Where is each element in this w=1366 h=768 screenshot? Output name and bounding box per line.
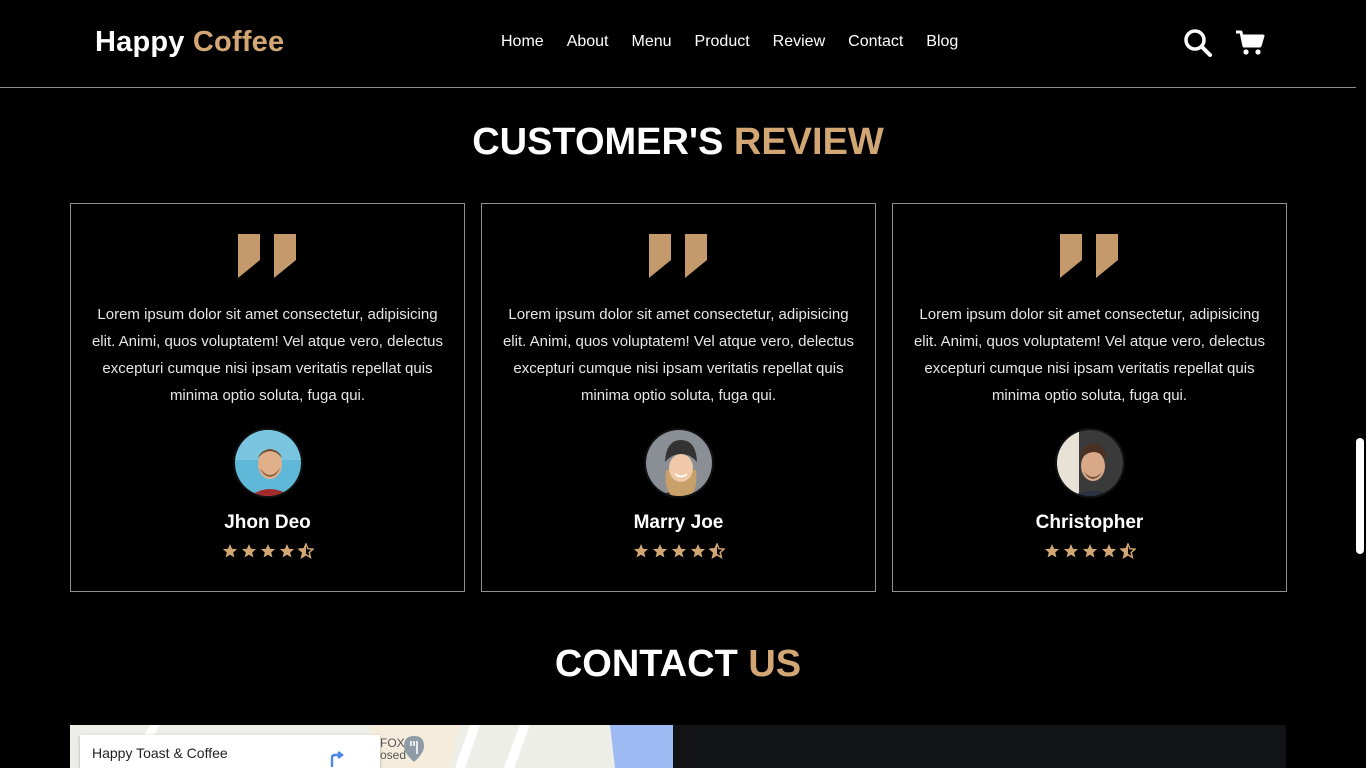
reviewer-name: Christopher: [1035, 512, 1144, 533]
star-icon: [1044, 543, 1060, 564]
review-card: Lorem ipsum dolor sit amet consectetur, …: [70, 203, 465, 592]
star-half-icon: [707, 542, 726, 564]
nav-icons: [1183, 28, 1265, 63]
nav-product[interactable]: Product: [695, 33, 750, 51]
star-icon: [690, 543, 706, 564]
contact-form-area: [673, 725, 1286, 768]
star-icon: [279, 543, 295, 564]
star-half-icon: [296, 542, 315, 564]
navbar: Happy Coffee Home About Menu Product Rev…: [0, 0, 1356, 88]
map-poi-label: FOX osed: [380, 736, 407, 762]
quote-icon: [648, 234, 709, 283]
nav-menu[interactable]: Menu: [632, 33, 672, 51]
star-rating: [482, 542, 875, 564]
star-icon: [1101, 543, 1117, 564]
logo[interactable]: Happy Coffee: [95, 26, 284, 59]
reviews-title-accent: REVIEW: [733, 121, 884, 163]
contact-title-accent: US: [748, 643, 802, 685]
star-rating: [893, 542, 1286, 564]
star-icon: [1063, 543, 1079, 564]
avatar: [643, 428, 714, 498]
review-card: Lorem ipsum dolor sit amet consectetur, …: [481, 203, 876, 592]
logo-primary: Happy: [95, 26, 185, 58]
map-place-name: Happy Toast & Coffee: [92, 745, 228, 761]
reviewer-name: Jhon Deo: [224, 512, 311, 533]
nav-blog[interactable]: Blog: [926, 33, 958, 51]
avatar: [232, 428, 303, 498]
quote-icon: [1059, 234, 1120, 283]
review-text: Lorem ipsum dolor sit amet consectetur, …: [913, 306, 1266, 404]
cart-icon[interactable]: [1235, 29, 1265, 62]
review-text: Lorem ipsum dolor sit amet consectetur, …: [502, 306, 855, 404]
reviews-title-primary: CUSTOMER'S: [472, 121, 724, 163]
nav-contact[interactable]: Contact: [848, 33, 903, 51]
restaurant-pin-icon[interactable]: [404, 736, 424, 767]
nav-review[interactable]: Review: [773, 33, 825, 51]
avatar: [1054, 428, 1125, 498]
nav-links: Home About Menu Product Review Contact B…: [501, 33, 981, 51]
star-icon: [1082, 543, 1098, 564]
star-icon: [241, 543, 257, 564]
reviewer-name: Marry Joe: [633, 512, 724, 533]
review-text: Lorem ipsum dolor sit amet consectetur, …: [91, 306, 444, 404]
star-icon: [652, 543, 668, 564]
reviews-title: CUSTOMER'S REVIEW: [0, 121, 1356, 164]
reviews-list: Lorem ipsum dolor sit amet consectetur, …: [70, 203, 1287, 592]
star-icon: [222, 543, 238, 564]
review-card: Lorem ipsum dolor sit amet consectetur, …: [892, 203, 1287, 592]
map-place-card[interactable]: Happy Toast & Coffee: [80, 735, 380, 768]
contact-title: CONTACT US: [0, 643, 1356, 686]
nav-home[interactable]: Home: [501, 33, 544, 51]
star-icon: [671, 543, 687, 564]
star-half-icon: [1118, 542, 1137, 564]
logo-accent: Coffee: [192, 26, 285, 58]
map-embed[interactable]: Happy Toast & Coffee FOX osed: [70, 725, 673, 768]
directions-icon[interactable]: [328, 749, 348, 768]
star-icon: [633, 543, 649, 564]
star-rating: [71, 542, 464, 564]
nav-about[interactable]: About: [567, 33, 609, 51]
search-icon[interactable]: [1183, 28, 1213, 63]
contact-title-primary: CONTACT: [554, 643, 738, 685]
star-icon: [260, 543, 276, 564]
scrollbar-thumb[interactable]: [1356, 438, 1364, 554]
quote-icon: [237, 234, 298, 283]
